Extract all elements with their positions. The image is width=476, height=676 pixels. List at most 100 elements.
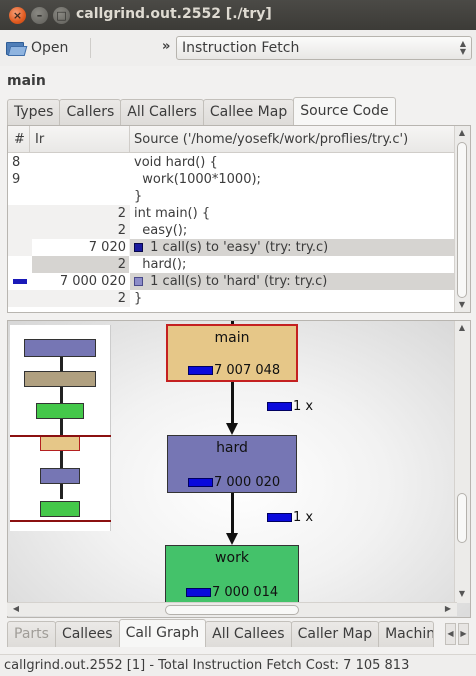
node-cost: 7 007 048: [188, 364, 280, 377]
open-button[interactable]: Open: [6, 36, 68, 60]
maximize-window-button[interactable]: □: [53, 7, 70, 24]
node-cost: 7 000 020: [188, 476, 280, 489]
node-name: main: [214, 330, 250, 346]
ir-cost: 2: [117, 206, 126, 221]
scroll-down-arrow-icon[interactable]: ▼: [455, 589, 469, 598]
tab-parts[interactable]: Parts: [7, 621, 56, 647]
tab-types[interactable]: Types: [7, 99, 61, 125]
source-code-view: # Ir Source ('/home/yosefk/work/proflies…: [7, 125, 471, 313]
call-edge-main-hard[interactable]: [231, 381, 234, 426]
event-type-select[interactable]: Instruction Fetch ▲ ▼: [176, 36, 472, 60]
tab-scroll-left-icon[interactable]: ◀: [445, 623, 456, 645]
call-row-easy[interactable]: 7 020 1 call(s) to 'easy' (try: try.c): [8, 239, 454, 256]
source-text: }: [130, 290, 454, 307]
window-title: callgrind.out.2552 [./try]: [76, 6, 272, 22]
graph-horizontal-scrollbar[interactable]: ◀ ▶: [7, 602, 457, 616]
tab-callees[interactable]: Callees: [54, 621, 120, 647]
node-cost-value: 7 000 014: [212, 585, 279, 600]
graph-node-main[interactable]: main 7 007 048: [166, 324, 298, 382]
folder-open-icon: [6, 40, 28, 56]
graph-node-hard[interactable]: hard 7 000 020: [167, 435, 297, 493]
overview-node: [24, 371, 96, 387]
table-row[interactable]: 8 void hard() {: [8, 154, 454, 171]
column-divider: [29, 126, 30, 153]
scrollbar-thumb[interactable]: [165, 605, 299, 615]
edge-label: 1 x: [267, 510, 314, 525]
tab-scroll-right-icon[interactable]: ▶: [458, 623, 469, 645]
arrow-head-icon: [226, 423, 238, 435]
overview-node: [36, 403, 84, 419]
tab-all-callers[interactable]: All Callers: [120, 99, 204, 125]
graph-vertical-scrollbar[interactable]: ▲ ▼: [454, 321, 470, 603]
node-cost-value: 7 007 048: [214, 363, 281, 378]
source-text: work(1000*1000);: [134, 172, 261, 187]
call-edge-hard-work[interactable]: [231, 493, 234, 536]
cost-bar-icon: [13, 279, 27, 284]
overview-node: [24, 339, 96, 357]
title-bar: × – □ callgrind.out.2552 [./try]: [0, 0, 476, 30]
source-table-header: # Ir Source ('/home/yosefk/work/proflies…: [8, 126, 454, 153]
graph-node-work[interactable]: work 7 000 014: [165, 545, 299, 603]
tab-callers[interactable]: Callers: [59, 99, 122, 125]
open-button-label: Open: [31, 40, 69, 56]
arrow-head-icon: [226, 533, 238, 545]
cost-bar-icon: [188, 478, 213, 487]
scroll-left-arrow-icon[interactable]: ◀: [9, 604, 23, 613]
status-bar: callgrind.out.2552 [1] - Total Instructi…: [0, 654, 476, 676]
table-row[interactable]: 9 work(1000*1000);: [8, 171, 454, 188]
close-window-button[interactable]: ×: [9, 7, 26, 24]
node-cost-value: 7 000 020: [214, 475, 281, 490]
scroll-up-arrow-icon[interactable]: ▲: [455, 128, 469, 137]
tab-all-callees[interactable]: All Callees: [205, 621, 292, 647]
toolbar-overflow-chevron-icon[interactable]: »: [162, 39, 170, 54]
ir-cost: 2: [32, 256, 129, 273]
call-marker-icon: [134, 243, 143, 252]
node-name: hard: [216, 440, 248, 456]
select-arrows-icon: ▲ ▼: [459, 39, 466, 56]
minimize-window-button[interactable]: –: [31, 7, 48, 24]
graph-overview-panner[interactable]: [10, 325, 111, 531]
overview-viewport[interactable]: [10, 435, 111, 522]
call-description: 1 call(s) to 'easy' (try: try.c): [150, 240, 329, 255]
tab-caller-map[interactable]: Caller Map: [290, 621, 380, 647]
column-header-line[interactable]: #: [14, 132, 25, 147]
column-header-source[interactable]: Source ('/home/yosefk/work/proflies/try.…: [134, 132, 408, 147]
line-number: 9: [12, 172, 21, 187]
call-description: 1 call(s) to 'hard' (try: try.c): [150, 274, 328, 289]
source-vertical-scrollbar[interactable]: ▲ ▼: [454, 126, 470, 312]
table-row[interactable]: 2 hard();: [8, 256, 454, 273]
table-row[interactable]: 2 int main() {: [8, 205, 454, 222]
edge-call-count: 1 x: [293, 399, 314, 414]
call-row-hard[interactable]: 7 000 020 1 call(s) to 'hard' (try: try.…: [8, 273, 454, 290]
ir-cost: 7 000 020: [59, 274, 126, 289]
tab-source-code[interactable]: Source Code: [293, 97, 396, 125]
cost-bar-icon: [267, 402, 292, 411]
scroll-down-arrow-icon[interactable]: ▼: [455, 300, 469, 309]
source-text: int main() {: [130, 205, 454, 222]
tab-callee-map[interactable]: Callee Map: [202, 99, 295, 125]
scrollbar-thumb[interactable]: [457, 493, 467, 543]
toolbar-separator: [90, 38, 91, 58]
tab-call-graph[interactable]: Call Graph: [118, 619, 207, 647]
table-row[interactable]: 2 }: [8, 290, 454, 307]
call-graph-view[interactable]: 1 x 1 x main 7 007 048 hard 7 000 020 wo…: [7, 320, 471, 618]
column-header-ir[interactable]: Ir: [35, 132, 44, 147]
source-text: void hard() {: [134, 155, 218, 170]
cost-bar-icon: [267, 513, 292, 522]
selected-function-name: main: [7, 73, 46, 89]
ir-cost: 7 020: [32, 239, 129, 256]
tab-machine[interactable]: Machine: [378, 621, 435, 647]
scrollbar-thumb[interactable]: [457, 142, 467, 298]
cost-bar-icon: [186, 588, 211, 597]
event-type-value: Instruction Fetch: [182, 40, 300, 56]
ir-cost: 2: [117, 291, 126, 306]
scroll-right-arrow-icon[interactable]: ▶: [441, 604, 455, 613]
edge-label: 1 x: [267, 399, 314, 414]
scroll-up-arrow-icon[interactable]: ▲: [455, 323, 469, 332]
bottom-tab-bar: Parts Callees Call Graph All Callees Cal…: [7, 619, 435, 647]
table-row[interactable]: 2 easy();: [8, 222, 454, 239]
node-cost: 7 000 014: [186, 586, 278, 599]
cost-bar-icon: [188, 366, 213, 375]
edge-call-count: 1 x: [293, 510, 314, 525]
table-row[interactable]: }: [8, 188, 454, 205]
